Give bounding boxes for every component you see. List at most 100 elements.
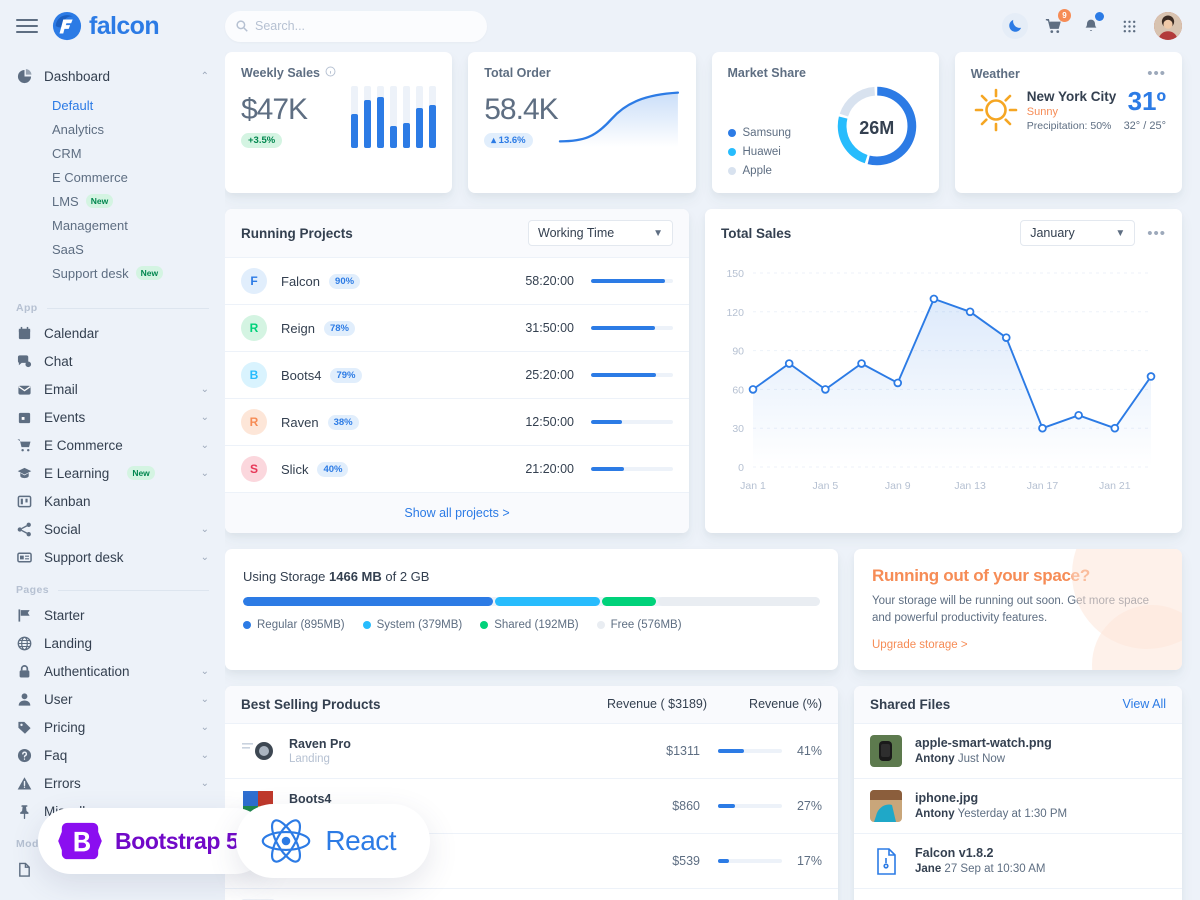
view-all-link[interactable]: View All	[1122, 697, 1166, 711]
graduation-cap-icon	[16, 465, 33, 482]
main-area: 9	[225, 0, 1200, 900]
x-axis-tick-label: Jan 5	[813, 480, 839, 492]
running-projects-footer: Show all projects >	[225, 493, 689, 533]
sidebar-item-support-desk[interactable]: Support desk ⌄	[0, 543, 225, 571]
sidebar-item-authentication[interactable]: Authentication ⌄	[0, 657, 225, 685]
envelope-icon	[16, 381, 33, 398]
sidebar-item-label: Chat	[44, 353, 73, 369]
project-row[interactable]: R Raven 38% 12:50:00	[225, 399, 689, 446]
data-point[interactable]	[1001, 333, 1011, 342]
product-row[interactable]: SlickBuilder$2458%	[225, 889, 838, 900]
file-row[interactable]: apple-smart-watch.png Antony Just Now	[854, 724, 1182, 779]
sidebar-item-calendar[interactable]: Calendar	[0, 319, 225, 347]
file-row[interactable]: Falcon v1.8.2 Jane 27 Sep at 10:30 AM	[854, 834, 1182, 889]
sidebar-subitem-analytics[interactable]: Analytics	[0, 117, 225, 141]
legend-dot	[727, 167, 736, 175]
sidebar-item-social[interactable]: Social ⌄	[0, 515, 225, 543]
data-point[interactable]	[857, 359, 866, 368]
upgrade-storage-link[interactable]: Upgrade storage >	[872, 639, 968, 651]
best-selling-title: Best Selling Products	[241, 696, 381, 712]
sidebar-item-landing[interactable]: Landing	[0, 629, 225, 657]
data-point[interactable]	[1038, 423, 1047, 433]
data-point[interactable]	[1074, 410, 1083, 420]
data-point[interactable]	[965, 307, 975, 317]
data-point[interactable]	[821, 385, 830, 394]
sidebar-item-dashboard[interactable]: Dashboard ⌃	[0, 62, 225, 91]
sidebar-subitem-lms[interactable]: LMS New	[0, 189, 225, 213]
legend-dot	[727, 129, 736, 137]
y-axis-tick-label: 30	[732, 423, 744, 435]
data-point[interactable]	[784, 359, 794, 368]
sidebar-item-chat[interactable]: Chat	[0, 347, 225, 375]
notification-dot	[1095, 12, 1104, 21]
file-row[interactable]: iMac.jpgRowen 23 Sep at 6:10 PM	[854, 889, 1182, 900]
shared-files-list: apple-smart-watch.png Antony Just Now ipho…	[854, 724, 1182, 900]
apps-grid-button[interactable]	[1116, 13, 1142, 39]
data-point[interactable]	[748, 385, 758, 394]
react-badge[interactable]: React	[236, 804, 431, 878]
chevron-down-icon: ⌄	[200, 383, 209, 395]
month-select[interactable]: January ▼	[1020, 220, 1136, 246]
notifications-button[interactable]	[1078, 12, 1104, 39]
project-row[interactable]: B Boots4 79% 25:20:00	[225, 352, 689, 399]
running-projects-card: Running Projects Working Time ▼ F Falcon 9…	[225, 209, 689, 533]
project-row[interactable]: S Slick 40% 21:20:00	[225, 446, 689, 493]
data-point[interactable]	[1110, 423, 1120, 433]
project-row[interactable]: R Reign 78% 31:50:00	[225, 305, 689, 352]
topbar: 9	[225, 0, 1200, 52]
sidebar-item-user[interactable]: User ⌄	[0, 685, 225, 713]
ellipsis-icon[interactable]: •••	[1147, 66, 1166, 81]
document-icon	[16, 861, 33, 878]
bar	[377, 86, 385, 148]
legend-label: Huawei	[742, 146, 781, 158]
envelope-icon	[18, 385, 31, 395]
sidebar-item-errors[interactable]: Errors ⌄	[0, 769, 225, 797]
sidebar-item-faq[interactable]: Faq ⌄	[0, 741, 225, 769]
sidebar-item-pricing[interactable]: Pricing ⌄	[0, 713, 225, 741]
pin-icon	[20, 804, 29, 819]
search-input[interactable]	[225, 10, 487, 42]
weather-precipitation: Precipitation: 50%	[1026, 119, 1112, 132]
sidebar-subitem-support-desk[interactable]: Support desk New	[0, 261, 225, 285]
file-name: apple-smart-watch.png	[915, 736, 1052, 750]
project-row[interactable]: F Falcon 90% 58:20:00	[225, 258, 689, 305]
new-badge: New	[127, 466, 155, 480]
info-circle-icon[interactable]	[325, 66, 336, 80]
sidebar-item-e-learning[interactable]: E Learning New ⌄	[0, 459, 225, 487]
show-all-projects-link[interactable]: Show all projects >	[404, 506, 509, 520]
sidebar-subitem-management[interactable]: Management	[0, 213, 225, 237]
sidebar-item-starter[interactable]: Starter	[0, 601, 225, 629]
sidebar-item-kanban[interactable]: Kanban	[0, 487, 225, 515]
data-point[interactable]	[1146, 372, 1156, 381]
bootstrap-badge[interactable]: Bootstrap 5	[38, 808, 269, 874]
sidebar-subitem-default[interactable]: Default	[0, 93, 225, 117]
sidebar-item-events[interactable]: Events ⌄	[0, 403, 225, 431]
working-time-select[interactable]: Working Time ▼	[528, 220, 673, 246]
data-point[interactable]	[929, 294, 939, 304]
flag-icon	[18, 608, 30, 622]
file-time: Yesterday at 1:30 PM	[957, 808, 1068, 820]
raven-pro-thumbnail	[241, 733, 275, 768]
chevron-down-icon: ▼	[1115, 227, 1126, 239]
theme-toggle-button[interactable]	[1002, 13, 1028, 39]
project-name: Boots4	[281, 367, 322, 383]
sidebar-subitem-e-commerce[interactable]: E Commerce	[0, 165, 225, 189]
ellipsis-icon[interactable]: •••	[1147, 226, 1166, 241]
col-revenue-header: Revenue ( $3189)	[606, 697, 708, 711]
sidebar-item-email[interactable]: Email ⌄	[0, 375, 225, 403]
new-badge: New	[85, 194, 114, 208]
brand-row: falcon	[0, 0, 225, 52]
sidebar-item-e-commerce[interactable]: E Commerce ⌄	[0, 431, 225, 459]
brand-logo-link[interactable]: falcon	[52, 11, 160, 41]
weekly-sales-card: Weekly Sales $47K +3.5%	[225, 52, 453, 193]
product-row[interactable]: Raven Pro Landing $1311 41%	[225, 724, 838, 779]
hamburger-menu-icon[interactable]	[16, 19, 38, 33]
sidebar-subitem-saas[interactable]: SaaS	[0, 237, 225, 261]
product-revenue-percent: 41%	[796, 743, 822, 758]
storage-segment	[657, 597, 820, 606]
file-row[interactable]: iphone.jpg Antony Yesterday at 1:30 PM	[854, 779, 1182, 834]
sidebar-subitem-crm[interactable]: CRM	[0, 141, 225, 165]
avatar[interactable]	[1154, 12, 1182, 40]
data-point[interactable]	[893, 378, 903, 388]
cart-button[interactable]: 9	[1040, 9, 1071, 39]
